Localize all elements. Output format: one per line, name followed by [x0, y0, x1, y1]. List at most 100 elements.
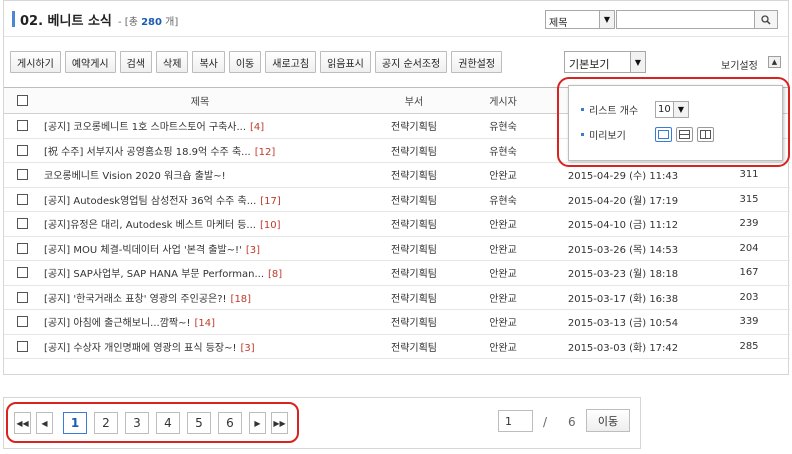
highlight-oval-settings [557, 77, 790, 167]
row-select-cell [4, 162, 40, 188]
notice-order-button[interactable]: 공지 순서조정 [374, 51, 448, 73]
row-checkbox[interactable] [16, 169, 28, 180]
comment-count: [3] [245, 244, 260, 256]
dept-cell: 전략기획팀 [360, 236, 468, 261]
board-header: 02. 베니트 소식 - [총 280 개] 제목 ▼ [4, 1, 788, 37]
row-checkbox[interactable] [16, 242, 28, 254]
delete-button[interactable]: 삭제 [156, 51, 189, 73]
dept-cell: 전략기획팀 [360, 187, 468, 212]
subject-cell[interactable]: [공지] MOU 체결-빅데이터 사업 '본격 출발~!' [3] [40, 236, 360, 261]
move-button[interactable]: 이동 [228, 51, 262, 73]
subject-text[interactable]: [공지] MOU 체결-빅데이터 사업 '본격 출발~!' [44, 245, 242, 256]
chevron-up-icon[interactable]: ▲ [768, 56, 781, 68]
row-select-cell [4, 285, 40, 310]
subject-cell[interactable]: [공지] 아침에 출근해보니...깜짝~! [14] [40, 309, 360, 335]
views-cell: 285 [708, 334, 790, 359]
subject-cell[interactable]: [공지] 코오롱베니트 1호 스마트스토어 구축사... [4] [40, 113, 360, 139]
permission-settings-button[interactable]: 권한설정 [451, 51, 503, 73]
subject-cell[interactable]: 코오롱베니트 Vision 2020 워크숍 출발~! [40, 162, 360, 188]
table-row[interactable]: [공지]유정은 대리, Autodesk 베스트 마케터 등... [10] 전략기… [4, 211, 790, 237]
row-checkbox[interactable] [16, 193, 28, 205]
views-cell: 167 [708, 260, 790, 286]
subject-cell[interactable]: [공지] SAP사업부, SAP HANA 부문 Performan... [8] [40, 260, 360, 286]
dept-cell: 전략기획팀 [360, 334, 468, 359]
search-button[interactable] [754, 10, 778, 29]
dept-cell: 전략기획팀 [360, 138, 468, 163]
post-button[interactable]: 게시하기 [10, 51, 61, 73]
author-cell: 안완교 [468, 260, 538, 286]
search-input[interactable] [616, 10, 766, 29]
row-checkbox[interactable] [16, 316, 28, 327]
subject-text[interactable]: [공지] Autodesk영업팀 삼성전자 36억 수주 축... [44, 196, 256, 207]
date-cell: 2015-03-03 (화) 17:42 [538, 334, 708, 359]
view-mode-select[interactable]: 기본보기 ▼ [564, 51, 646, 73]
chevron-down-icon: ▼ [630, 52, 645, 72]
page-separator: / [543, 415, 548, 429]
select-all-checkbox[interactable] [16, 94, 28, 106]
search-toggle-button[interactable]: 검색 [119, 51, 153, 73]
table-row[interactable]: [공지] MOU 체결-빅데이터 사업 '본격 출발~!' [3] 전략기획팀 안완교… [4, 236, 790, 261]
subject-cell[interactable]: [공지] '한국거래소 표창' 영광의 주인공은?! [18] [40, 285, 360, 310]
copy-button[interactable]: 복사 [192, 51, 225, 73]
schedule-post-button[interactable]: 예약게시 [64, 51, 116, 73]
date-cell: 2015-03-26 (목) 14:53 [538, 236, 708, 261]
table-row[interactable]: [공지] 아침에 출근해보니...깜짝~! [14] 전략기획팀 안완교 2015-03… [4, 309, 790, 335]
comment-count: [10] [259, 220, 281, 232]
row-checkbox[interactable] [16, 291, 28, 303]
date-cell: 2015-04-20 (월) 17:19 [538, 187, 708, 212]
column-header-author[interactable]: 게시자 [468, 87, 538, 114]
subject-text[interactable]: [공지] 수상자 개인명패에 영광의 표식 등장~! [44, 343, 236, 354]
table-row[interactable]: [공지] SAP사업부, SAP HANA 부문 Performan... [8]… [4, 260, 790, 286]
search-icon [761, 14, 771, 25]
comment-count: [18] [230, 293, 252, 305]
chevron-down-icon: ▼ [599, 11, 614, 28]
author-cell: 안완교 [468, 162, 538, 188]
author-cell: 유현숙 [468, 113, 538, 139]
row-select-cell [4, 211, 40, 237]
subject-text[interactable]: [공지] 코오롱베니트 1호 스마트스토어 구축사... [44, 122, 246, 133]
subject-text[interactable]: [공지]유정은 대리, Autodesk 베스트 마케터 등... [44, 220, 256, 231]
subject-cell[interactable]: [공지] 수상자 개인명패에 영광의 표식 등장~! [3] [40, 334, 360, 359]
view-settings-label[interactable]: 보기설정 [721, 57, 758, 72]
subject-cell[interactable]: [공지]유정은 대리, Autodesk 베스트 마케터 등... [10] [40, 211, 360, 237]
column-header-dept[interactable]: 부서 [360, 87, 468, 114]
comment-count: [14] [194, 318, 216, 330]
search-field-select[interactable]: 제목 ▼ [545, 10, 615, 29]
row-checkbox[interactable] [16, 340, 28, 352]
row-checkbox[interactable] [16, 218, 28, 229]
page-number-input[interactable]: 1 [498, 410, 533, 432]
subject-text[interactable]: [祝 수주] 서부지사 공영홈쇼핑 18.9억 수주 축... [44, 147, 251, 158]
view-mode-value: 기본보기 [569, 58, 610, 71]
page-title: 02. 베니트 소식 [20, 14, 112, 29]
dept-cell: 전략기획팀 [360, 309, 468, 335]
author-cell: 유현숙 [468, 138, 538, 163]
title-accent-bar [12, 11, 15, 27]
views-cell: 203 [708, 285, 790, 310]
row-checkbox[interactable] [16, 267, 28, 278]
board-panel: 02. 베니트 소식 - [총 280 개] 제목 ▼ 게시하기 예약게시 검색… [3, 0, 790, 375]
row-checkbox[interactable] [16, 120, 28, 131]
subject-text[interactable]: [공지] 아침에 출근해보니...깜짝~! [44, 318, 190, 329]
dept-cell: 전략기획팀 [360, 113, 468, 139]
row-checkbox[interactable] [16, 144, 28, 156]
table-row[interactable]: [공지] '한국거래소 표창' 영광의 주인공은?! [18] 전략기획팀 안완교 20… [4, 285, 790, 310]
author-cell: 유현숙 [468, 187, 538, 212]
subject-text[interactable]: [공지] SAP사업부, SAP HANA 부문 Performan... [44, 269, 264, 280]
mark-read-button[interactable]: 읽음표시 [320, 51, 371, 73]
table-row[interactable]: [공지] Autodesk영업팀 삼성전자 36억 수주 축... [17] 전략기… [4, 187, 790, 212]
refresh-button[interactable]: 새로고침 [265, 51, 317, 73]
table-row[interactable]: [공지] 수상자 개인명패에 영광의 표식 등장~! [3] 전략기획팀 안완교 201… [4, 334, 790, 359]
go-page-button[interactable]: 이동 [586, 409, 630, 432]
views-cell: 315 [708, 187, 790, 212]
subject-cell[interactable]: [祝 수주] 서부지사 공영홈쇼핑 18.9억 수주 축... [12] [40, 138, 360, 163]
row-select-cell [4, 138, 40, 163]
subject-text[interactable]: [공지] '한국거래소 표창' 영광의 주인공은?! [44, 294, 227, 305]
views-cell: 339 [708, 309, 790, 335]
author-cell: 안완교 [468, 236, 538, 261]
subject-text[interactable]: 코오롱베니트 Vision 2020 워크숍 출발~! [44, 171, 226, 182]
subject-cell[interactable]: [공지] Autodesk영업팀 삼성전자 36억 수주 축... [17] [40, 187, 360, 212]
dept-cell: 전략기획팀 [360, 285, 468, 310]
post-count: - [총 280 개] [118, 13, 178, 28]
row-select-cell [4, 113, 40, 139]
column-header-subject[interactable]: 제목 [40, 87, 360, 114]
